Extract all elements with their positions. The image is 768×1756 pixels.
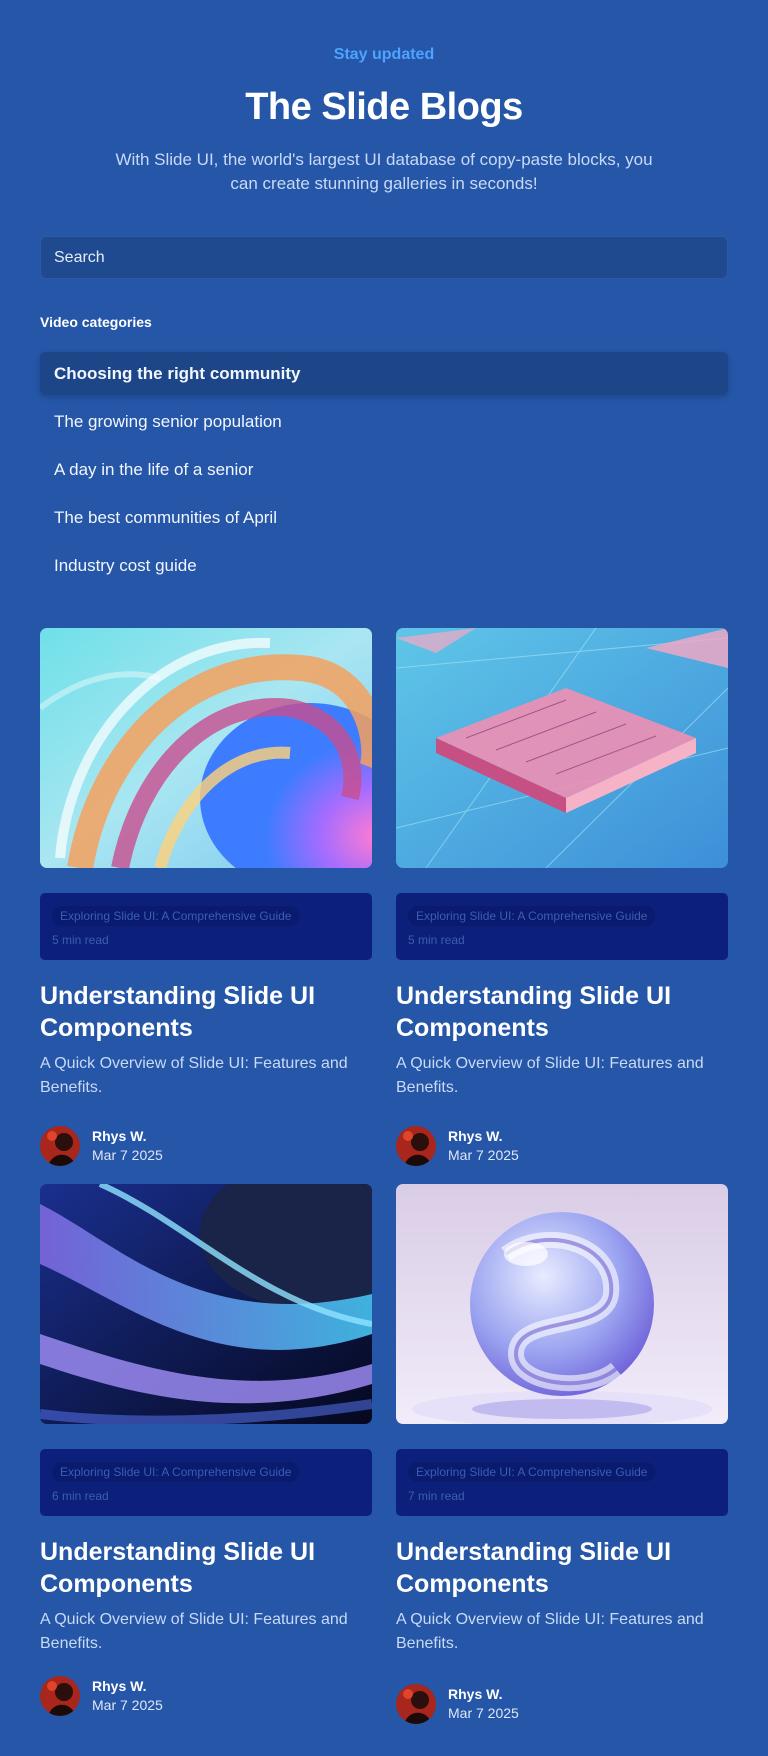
categories-heading: Video categories [40,314,152,330]
post-meta: Exploring Slide UI: A Comprehensive Guid… [396,1449,728,1516]
post-description: A Quick Overview of Slide UI: Features a… [40,1055,348,1096]
post-title[interactable]: Understanding Slide UI Components [40,1536,372,1600]
blog-card[interactable]: Exploring Slide UI: A Comprehensive Guid… [40,1184,372,1716]
blog-page: Stay updated The Slide Blogs With Slide … [0,0,768,1756]
post-date: Mar 7 2025 [448,1705,519,1721]
category-list: Choosing the right community The growing… [40,352,728,592]
author-name[interactable]: Rhys W. [92,1127,163,1146]
read-time: 5 min read [408,933,465,947]
eyebrow-label: Stay updated [333,46,435,63]
avatar [396,1684,436,1724]
post-tag[interactable]: Exploring Slide UI: A Comprehensive Guid… [52,906,300,926]
post-author: Rhys W. Mar 7 2025 [396,1126,728,1166]
post-title[interactable]: Understanding Slide UI Components [396,980,728,1044]
post-date: Mar 7 2025 [92,1147,163,1163]
blog-card[interactable]: Exploring Slide UI: A Comprehensive Guid… [40,628,372,1166]
post-meta: Exploring Slide UI: A Comprehensive Guid… [40,893,372,960]
avatar [396,1126,436,1166]
glass-sphere-image[interactable] [396,1184,728,1424]
page-subtitle: With Slide UI, the world's largest UI da… [115,150,653,193]
category-item-senior-population[interactable]: The growing senior population [40,400,728,443]
post-author: Rhys W. Mar 7 2025 [40,1126,372,1166]
read-time: 5 min read [52,933,109,947]
post-title[interactable]: Understanding Slide UI Components [396,1536,728,1600]
post-tag[interactable]: Exploring Slide UI: A Comprehensive Guid… [408,1462,656,1482]
post-author: Rhys W. Mar 7 2025 [396,1684,728,1724]
avatar [40,1126,80,1166]
read-time: 7 min read [408,1489,465,1503]
post-date: Mar 7 2025 [92,1697,163,1713]
blog-card[interactable]: Exploring Slide UI: A Comprehensive Guid… [396,628,728,1166]
avatar [40,1676,80,1716]
post-description: A Quick Overview of Slide UI: Features a… [396,1611,704,1652]
author-name[interactable]: Rhys W. [92,1677,163,1696]
post-description: A Quick Overview of Slide UI: Features a… [40,1611,348,1652]
post-description: A Quick Overview of Slide UI: Features a… [396,1055,704,1096]
post-meta: Exploring Slide UI: A Comprehensive Guid… [40,1449,372,1516]
post-tag[interactable]: Exploring Slide UI: A Comprehensive Guid… [52,1462,300,1482]
post-date: Mar 7 2025 [448,1147,519,1163]
search-input[interactable] [54,248,714,267]
post-tag[interactable]: Exploring Slide UI: A Comprehensive Guid… [408,906,656,926]
blue-wave-ribbons-image[interactable] [40,1184,372,1424]
abstract-glass-swirl-image[interactable] [40,628,372,868]
category-item-day-in-life[interactable]: A day in the life of a senior [40,448,728,491]
circuit-chip-image[interactable] [396,628,728,868]
category-item-cost-guide[interactable]: Industry cost guide [40,544,728,587]
search-box[interactable] [40,236,728,279]
post-title[interactable]: Understanding Slide UI Components [40,980,372,1044]
blog-card[interactable]: Exploring Slide UI: A Comprehensive Guid… [396,1184,728,1724]
category-item-choosing-community[interactable]: Choosing the right community [40,352,728,395]
post-author: Rhys W. Mar 7 2025 [40,1676,372,1716]
category-item-best-communities[interactable]: The best communities of April [40,496,728,539]
page-title: The Slide Blogs [245,86,523,128]
read-time: 6 min read [52,1489,109,1503]
post-meta: Exploring Slide UI: A Comprehensive Guid… [396,893,728,960]
author-name[interactable]: Rhys W. [448,1685,519,1704]
author-name[interactable]: Rhys W. [448,1127,519,1146]
